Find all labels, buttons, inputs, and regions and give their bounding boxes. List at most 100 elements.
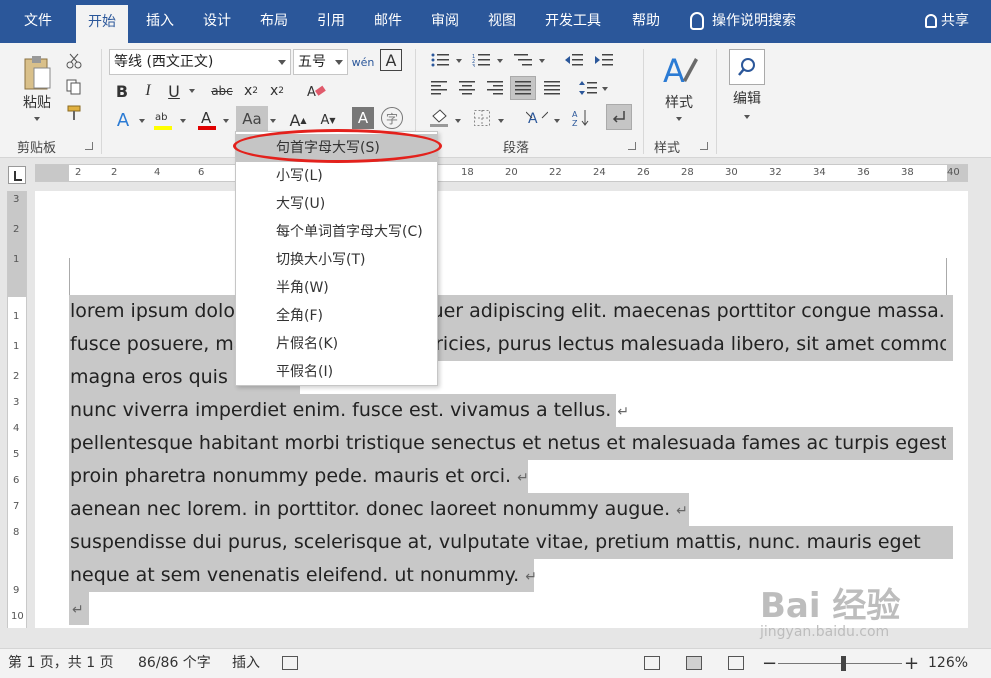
menu-item-katakana[interactable]: 片假名(K) (236, 330, 437, 358)
justify-icon[interactable] (510, 76, 536, 100)
doc-line[interactable]: lorem ipsum dolor sit amet, consectetuer… (70, 296, 946, 327)
bold-button[interactable]: B (110, 79, 134, 103)
zoom-slider-thumb[interactable] (841, 656, 846, 671)
menu-item-half-width[interactable]: 半角(W) (236, 274, 437, 302)
search-icon[interactable] (729, 49, 765, 85)
tab-help[interactable]: 帮助 (620, 0, 672, 43)
tab-selector-icon[interactable] (8, 166, 26, 184)
underline-dropdown-icon[interactable] (189, 89, 195, 93)
borders-dropdown-icon[interactable] (498, 119, 504, 123)
show-marks-icon[interactable] (606, 104, 632, 130)
styles-dropdown-icon[interactable] (676, 117, 682, 121)
multilevel-list-icon[interactable] (510, 49, 536, 71)
doc-line[interactable]: pellentesque habitant morbi tristique se… (70, 428, 946, 459)
doc-line[interactable]: nunc viverra imperdiet enim. fusce est. … (70, 395, 629, 426)
horizontal-ruler[interactable]: 2 2 4 6 18 20 22 24 26 28 30 32 34 36 38… (35, 164, 968, 182)
change-case-dropdown-icon[interactable] (270, 119, 276, 123)
align-left-icon[interactable] (427, 77, 451, 99)
multilevel-dropdown-icon[interactable] (539, 59, 545, 63)
numbering-dropdown-icon[interactable] (497, 59, 503, 63)
line-spacing-dropdown-icon[interactable] (602, 87, 608, 91)
doc-line[interactable]: neque at sem venenatis eleifend. ut nonu… (70, 560, 537, 591)
tab-insert[interactable]: 插入 (134, 0, 186, 43)
text-effects-dropdown-icon[interactable] (139, 119, 145, 123)
zoom-slider[interactable] (778, 663, 902, 664)
editing-dropdown-icon[interactable] (744, 115, 750, 119)
tab-mailings[interactable]: 邮件 (362, 0, 414, 43)
character-shading-icon[interactable]: A (352, 107, 374, 129)
tab-developer[interactable]: 开发工具 (533, 0, 613, 43)
copy-icon[interactable] (64, 77, 84, 97)
decrease-indent-icon[interactable] (562, 49, 586, 71)
share-button[interactable]: 共享 (925, 0, 969, 43)
enclose-characters-icon[interactable]: 字 (381, 107, 403, 129)
read-mode-icon[interactable] (644, 656, 660, 670)
font-name-dropdown-icon[interactable] (278, 60, 286, 65)
doc-line[interactable]: suspendisse dui purus, scelerisque at, v… (70, 527, 946, 558)
text-effects-icon[interactable]: A (110, 107, 136, 133)
line-spacing-icon[interactable] (576, 77, 600, 99)
subscript-icon[interactable]: x2 (240, 79, 262, 103)
character-border-icon[interactable]: A (380, 49, 402, 71)
tab-home[interactable]: 开始 (76, 5, 128, 43)
doc-line[interactable]: aenean nec lorem. in porttitor. donec la… (70, 494, 688, 525)
font-name-combo[interactable]: 等线 (西文正文) (109, 49, 291, 75)
menu-item-hiragana[interactable]: 平假名(I) (236, 358, 437, 386)
doc-line[interactable]: fusce posuere, magna sed pulvinar ultric… (70, 329, 946, 360)
format-painter-icon[interactable] (64, 103, 84, 123)
editing-label[interactable]: 编辑 (724, 89, 770, 107)
numbering-icon[interactable]: 123 (468, 49, 494, 71)
shading-icon[interactable] (427, 105, 451, 131)
superscript-icon[interactable]: x2 (266, 79, 288, 103)
font-color-icon[interactable]: A (194, 107, 220, 133)
paragraph-launcher-icon[interactable] (628, 142, 636, 150)
tab-references[interactable]: 引用 (305, 0, 357, 43)
chinese-layout-dropdown-icon[interactable] (554, 119, 560, 123)
highlight-icon[interactable]: ab (150, 107, 176, 133)
underline-button[interactable]: U (162, 79, 186, 103)
cut-icon[interactable] (64, 51, 84, 71)
align-right-icon[interactable] (483, 77, 507, 99)
document-page[interactable]: lorem ipsum dolor sit amet, consectetuer… (35, 191, 968, 628)
zoom-out-icon[interactable]: − (762, 649, 777, 678)
font-color-dropdown-icon[interactable] (223, 119, 229, 123)
borders-icon[interactable] (470, 105, 494, 131)
page-count[interactable]: 第 1 页，共 1 页 (8, 649, 114, 678)
strikethrough-button[interactable]: abc (208, 79, 236, 103)
tab-view[interactable]: 视图 (476, 0, 528, 43)
doc-line[interactable]: proin pharetra nonummy pede. mauris et o… (70, 461, 529, 492)
highlight-dropdown-icon[interactable] (180, 119, 186, 123)
menu-item-capitalize-each-word[interactable]: 每个单词首字母大写(C) (236, 218, 437, 246)
styles-launcher-icon[interactable] (700, 142, 708, 150)
sort-icon[interactable]: AZ (568, 105, 594, 131)
zoom-level[interactable]: 126% (928, 649, 968, 678)
tab-file[interactable]: 文件 (12, 0, 64, 43)
styles-icon[interactable]: A (656, 49, 702, 91)
bullets-dropdown-icon[interactable] (456, 59, 462, 63)
menu-item-uppercase[interactable]: 大写(U) (236, 190, 437, 218)
doc-line[interactable]: ↵ (72, 593, 84, 624)
zoom-in-icon[interactable]: + (904, 649, 919, 678)
italic-button[interactable]: I (136, 79, 160, 103)
increase-indent-icon[interactable] (592, 49, 616, 71)
clear-formatting-icon[interactable]: A (303, 79, 329, 103)
tab-design[interactable]: 设计 (191, 0, 243, 43)
align-center-icon[interactable] (455, 77, 479, 99)
styles-label[interactable]: 样式 (652, 93, 706, 111)
font-size-dropdown-icon[interactable] (335, 60, 343, 65)
chinese-layout-icon[interactable]: A (522, 105, 552, 131)
change-case-button[interactable]: Aa (236, 106, 268, 132)
shading-dropdown-icon[interactable] (455, 119, 461, 123)
phonetic-guide-icon[interactable]: wén (352, 49, 375, 75)
word-count[interactable]: 86/86 个字 (138, 649, 211, 678)
vertical-ruler[interactable]: 3 2 1 1 1 2 3 4 5 6 7 8 9 10 (7, 191, 27, 628)
menu-item-toggle-case[interactable]: 切换大小写(T) (236, 246, 437, 274)
macro-record-icon[interactable] (282, 656, 298, 670)
insert-mode[interactable]: 插入 (232, 649, 260, 678)
print-layout-icon[interactable] (686, 656, 702, 670)
menu-item-lowercase[interactable]: 小写(L) (236, 162, 437, 190)
paste-dropdown-arrow[interactable] (34, 117, 40, 121)
distributed-icon[interactable] (540, 77, 564, 99)
paste-button[interactable] (18, 51, 56, 95)
tell-me-search[interactable]: 操作说明搜索 (690, 0, 796, 43)
